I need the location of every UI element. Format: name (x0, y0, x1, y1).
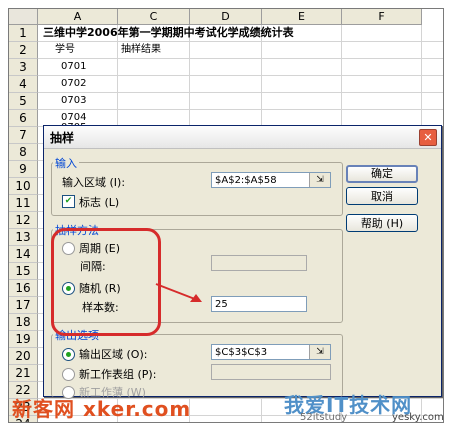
row-gridline (38, 58, 443, 59)
input-range-value: $A$2:$A$58 (215, 175, 277, 186)
cell-c2[interactable]: 抽样结果 (121, 42, 161, 58)
row-gridline (38, 109, 443, 110)
column-header-f[interactable]: F (342, 9, 422, 25)
row-header-4[interactable]: 4 (9, 76, 38, 93)
output-range-field[interactable]: $C$3$C$3 ⇲ (211, 344, 331, 360)
watermark-yesky: yesky.com (392, 412, 444, 423)
cancel-button[interactable]: 取消 (346, 187, 418, 205)
dialog-title: 抽样 (50, 131, 75, 145)
cell-a2[interactable]: 学号 (55, 42, 75, 58)
column-header-d[interactable]: D (190, 9, 262, 25)
row-header-16[interactable]: 16 (9, 280, 38, 297)
row-header-17[interactable]: 17 (9, 297, 38, 314)
sample-count-field[interactable]: 25 (211, 296, 307, 312)
input-group-label: 输入 (53, 155, 79, 171)
row-header-14[interactable]: 14 (9, 246, 38, 263)
row-gridline (38, 75, 443, 76)
highlight-annotation (51, 228, 161, 336)
watermark-52itstudy-sub: 52itstudy (300, 412, 348, 423)
column-header-a[interactable]: A (38, 9, 118, 25)
row-header-19[interactable]: 19 (9, 331, 38, 348)
output-range-radio[interactable] (62, 348, 75, 361)
interval-field[interactable] (211, 255, 307, 271)
output-range-label: 输出区域 (O): (79, 348, 148, 361)
row-header-20[interactable]: 20 (9, 348, 38, 365)
row-gridline (38, 92, 443, 93)
new-sheet-radio[interactable] (62, 368, 75, 381)
row-header-18[interactable]: 18 (9, 314, 38, 331)
new-sheet-field[interactable] (211, 364, 331, 380)
sheet-title-cell[interactable]: 三维中学2006年第一学期期中考试化学成绩统计表 (43, 25, 294, 41)
row-header-13[interactable]: 13 (9, 229, 38, 246)
sample-count-value: 25 (215, 299, 228, 310)
row-gridline (38, 41, 443, 42)
row-header-2[interactable]: 2 (9, 42, 38, 59)
cell-a4[interactable]: 0702 (61, 76, 86, 92)
row-header-10[interactable]: 10 (9, 178, 38, 195)
row-header-3[interactable]: 3 (9, 59, 38, 76)
close-icon[interactable]: ✕ (419, 129, 437, 146)
arrow-annotation-icon (155, 283, 202, 302)
help-button[interactable]: 帮助 (H) (346, 214, 418, 232)
row-header-7[interactable]: 7 (9, 127, 38, 144)
cell-a3[interactable]: 0701 (61, 59, 86, 75)
ok-button[interactable]: 确定 (346, 165, 418, 183)
row-header-6[interactable]: 6 (9, 110, 38, 127)
labels-checkbox-label: 标志 (L) (79, 196, 120, 209)
row-header-9[interactable]: 9 (9, 161, 38, 178)
row-header-21[interactable]: 21 (9, 365, 38, 382)
new-sheet-label: 新工作表组 (P): (79, 368, 157, 381)
labels-checkbox[interactable]: ✔ (62, 195, 75, 208)
input-range-collapse-icon[interactable]: ⇲ (309, 173, 330, 187)
row-header-15[interactable]: 15 (9, 263, 38, 280)
row-header-12[interactable]: 12 (9, 212, 38, 229)
row-header-5[interactable]: 5 (9, 93, 38, 110)
input-range-label: 输入区域 (I): (62, 176, 126, 189)
output-range-collapse-icon[interactable]: ⇲ (309, 345, 330, 359)
row-header-8[interactable]: 8 (9, 144, 38, 161)
screenshot-frame: A C D E F 1 2 3 4 5 6 7 8 9 10 11 12 13 14 15 16 17 18 19 2… (0, 0, 450, 429)
row-header-11[interactable]: 11 (9, 195, 38, 212)
row-header-1[interactable]: 1 (9, 25, 38, 42)
column-header-e[interactable]: E (262, 9, 342, 25)
dialog-titlebar[interactable]: 抽样 ✕ (44, 126, 441, 149)
cell-a5[interactable]: 0703 (61, 93, 86, 109)
input-range-field[interactable]: $A$2:$A$58 ⇲ (211, 172, 331, 188)
output-range-value: $C$3$C$3 (215, 347, 268, 358)
select-all-corner[interactable] (9, 9, 38, 25)
column-header-c[interactable]: C (118, 9, 190, 25)
watermark-xker: 新客网 xker.com (12, 397, 192, 421)
